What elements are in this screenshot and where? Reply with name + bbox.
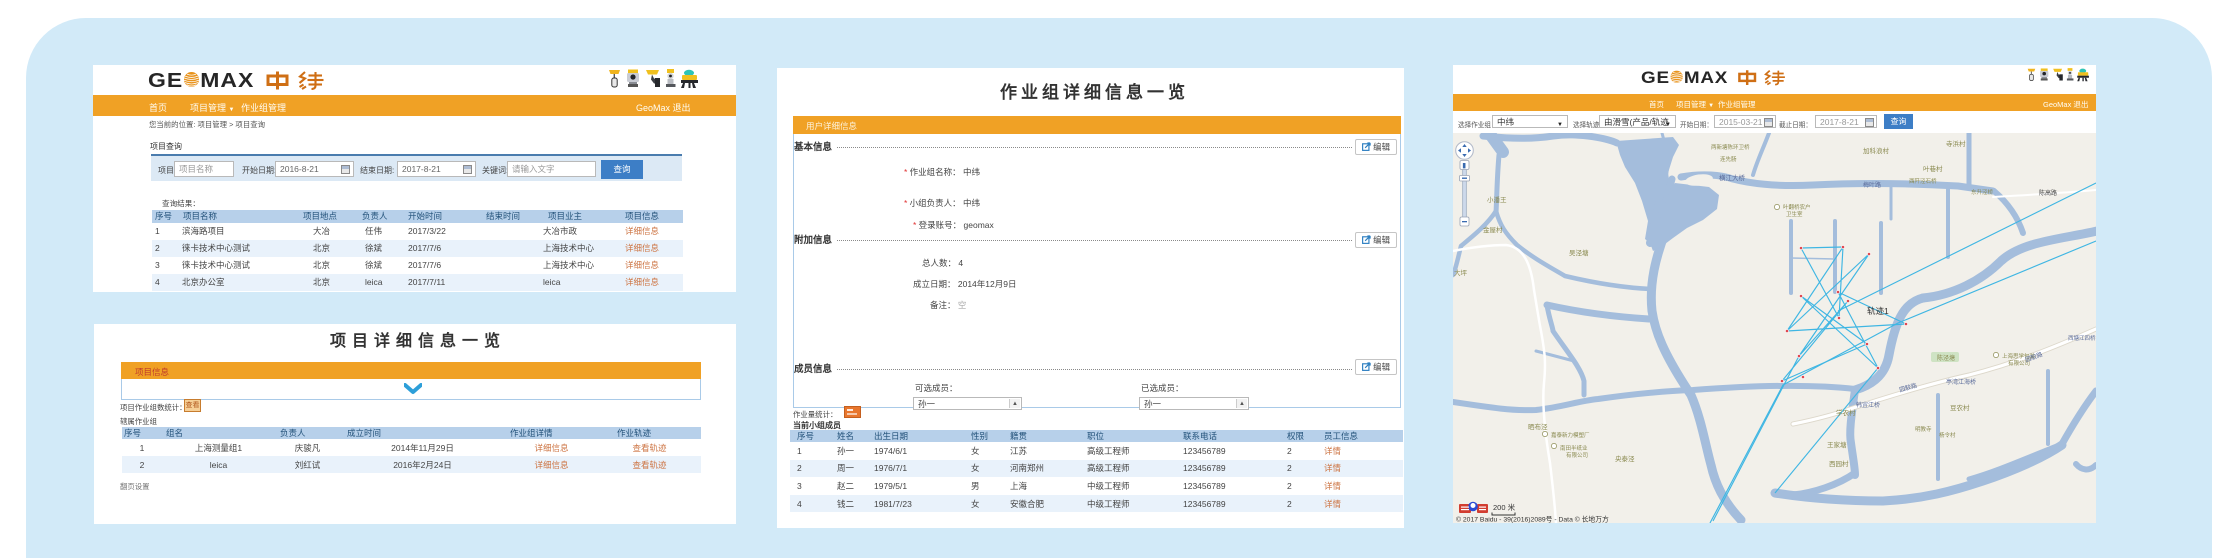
svg-text:加科浪村: 加科浪村	[1863, 146, 1890, 155]
svg-text:© 2017 Baidu - 39(2016)2089号 -: © 2017 Baidu - 39(2016)2089号 - Data © 长地…	[1456, 515, 1609, 524]
svg-text:央泰泾: 央泰泾	[1615, 454, 1635, 463]
svg-text:东升泾桥: 东升泾桥	[1971, 188, 1994, 196]
svg-text:晒布泾: 晒布泾	[1528, 422, 1548, 431]
svg-text:嘉泰新力模塑厂: 嘉泰新力模塑厂	[1551, 431, 1590, 439]
svg-text:卫生室: 卫生室	[1786, 210, 1803, 218]
svg-text:两新塘陈环卫桥: 两新塘陈环卫桥	[1711, 143, 1750, 151]
svg-text:寺浜村: 寺浜村	[1946, 139, 1966, 148]
svg-text:西塘江四桥: 西塘江四桥	[2068, 334, 2096, 342]
svg-text:横江大桥: 横江大桥	[1719, 173, 1746, 182]
svg-text:韩宜江桥: 韩宜江桥	[1856, 401, 1880, 409]
svg-text:金屋村: 金屋村	[1483, 225, 1503, 234]
svg-text:酉阡泾石桥: 酉阡泾石桥	[1909, 177, 1937, 185]
svg-text:有限公司: 有限公司	[1566, 451, 1588, 459]
svg-text:明教寺: 明教寺	[1915, 425, 1932, 433]
svg-text:南田半纸业: 南田半纸业	[1560, 444, 1588, 452]
svg-text:▮: ▮	[1462, 163, 1466, 170]
svg-text:亭湾江海桥: 亭湾江海桥	[1946, 378, 1976, 386]
svg-text:陈高路: 陈高路	[2039, 189, 2057, 197]
svg-text:连先肠: 连先肠	[1720, 155, 1737, 163]
svg-text:西园村: 西园村	[1829, 459, 1849, 468]
svg-text:学农村: 学农村	[1836, 408, 1856, 417]
svg-text:200 米: 200 米	[1493, 502, 1516, 512]
svg-text:陈泾塘: 陈泾塘	[1937, 354, 1955, 362]
svg-text:王家塘: 王家塘	[1827, 440, 1847, 449]
svg-text:吴泾塘: 吴泾塘	[1569, 248, 1589, 257]
svg-text:梅叶路: 梅叶路	[1863, 181, 1881, 189]
svg-text:大坪: 大坪	[1454, 268, 1468, 277]
svg-text:轨迹1: 轨迹1	[1867, 306, 1889, 316]
svg-text:豆农村: 豆农村	[1950, 403, 1970, 412]
svg-text:叶巷村: 叶巷村	[1923, 164, 1943, 173]
svg-text:杨令村: 杨令村	[1939, 431, 1956, 439]
svg-text:叶翻桥农户: 叶翻桥农户	[1783, 203, 1811, 211]
svg-text:小潘王: 小潘王	[1487, 195, 1507, 204]
